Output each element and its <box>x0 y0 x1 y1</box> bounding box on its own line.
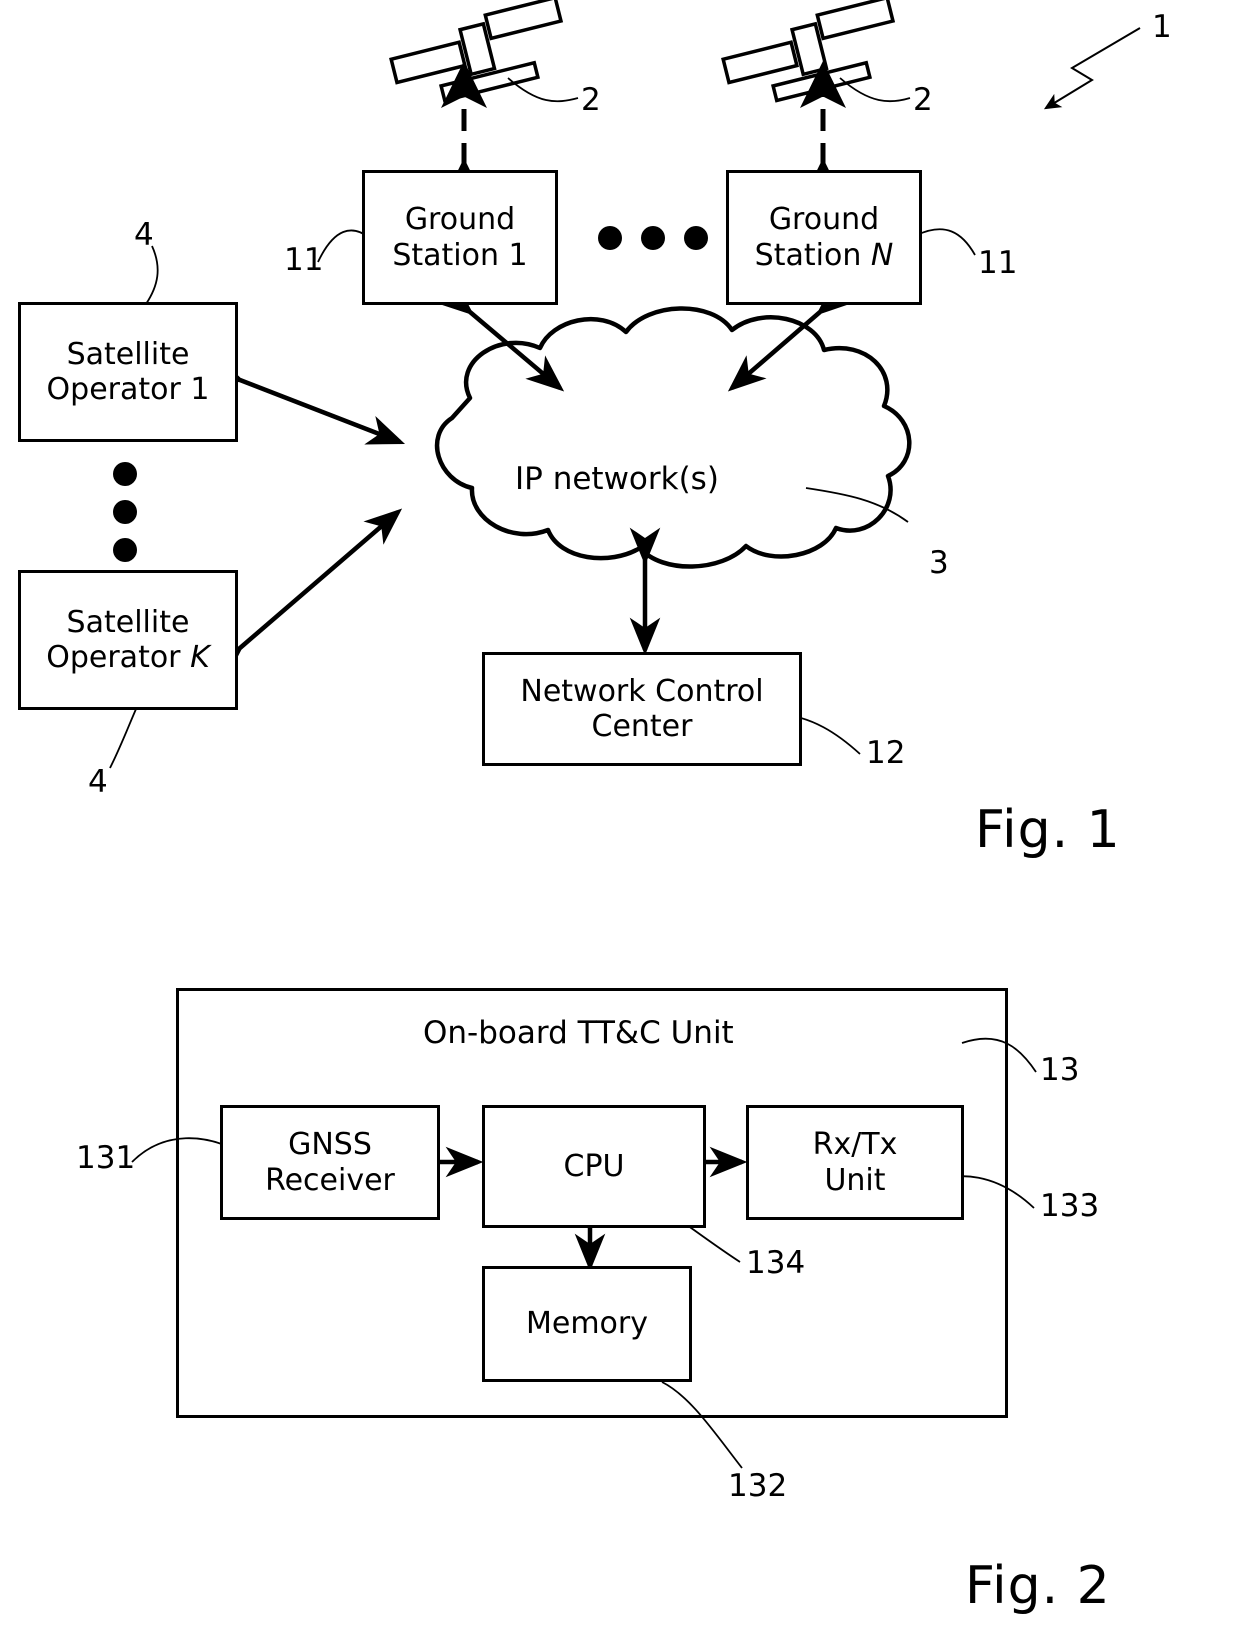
ground-station-n-suffix: N <box>870 237 894 273</box>
operator-vdot-3 <box>113 538 137 562</box>
ref-label-12-ncc: 12 <box>866 735 906 771</box>
operator-k-line2: Operator <box>46 640 191 675</box>
ip-network-cloud <box>434 306 912 569</box>
satellite-icon-right <box>721 0 896 103</box>
ref-label-11-right: 11 <box>978 245 1018 281</box>
figure-1-caption: Fig. 1 <box>975 800 1121 860</box>
operator-1-line1: Satellite <box>66 336 190 372</box>
gnss-line2: Receiver <box>265 1162 395 1198</box>
satellite-operator-k-box[interactable]: Satellite Operator K <box>18 570 238 710</box>
cpu-label: CPU <box>563 1148 625 1184</box>
ground-station-1-line1: Ground <box>404 202 516 238</box>
ground-station-n-line1: Ground <box>768 202 880 238</box>
satellite-icon-left <box>389 0 564 103</box>
rxtx-line1: Rx/Tx <box>812 1127 898 1163</box>
ncc-line1: Network Control <box>520 673 764 709</box>
rx-tx-unit-box[interactable]: Rx/Tx Unit <box>746 1105 964 1220</box>
ref-label-11-left: 11 <box>284 242 324 278</box>
operator1-cloud-link <box>204 354 406 445</box>
operator-k-suffix: K <box>190 640 210 675</box>
gnss-line1: GNSS <box>288 1127 372 1163</box>
ip-network-label: IP network(s) <box>515 461 719 497</box>
ref-label-2-right: 2 <box>913 82 933 118</box>
ref-label-1-system: 1 <box>1152 9 1172 45</box>
memory-box[interactable]: Memory <box>482 1266 692 1382</box>
ellipsis-dot-1 <box>598 226 622 250</box>
operator-k-line1: Satellite <box>66 604 190 640</box>
ref-label-131-gnss: 131 <box>76 1140 136 1176</box>
operatork-cloud-link <box>205 508 403 681</box>
ground-station-n-box[interactable]: Ground Station N <box>726 170 922 305</box>
ref-label-4-top: 4 <box>134 217 154 253</box>
satellite-operator-1-box[interactable]: Satellite Operator 1 <box>18 302 238 442</box>
ref-label-4-bottom: 4 <box>88 764 108 800</box>
figure-2-caption: Fig. 2 <box>965 1556 1111 1616</box>
patent-figure-sheet: Ground Station 1 Ground Station N Satell… <box>0 0 1240 1651</box>
cpu-box[interactable]: CPU <box>482 1105 706 1228</box>
operator-1-line2: Operator 1 <box>46 372 210 407</box>
ref-label-132-memory: 132 <box>728 1468 788 1504</box>
memory-label: Memory <box>525 1306 648 1342</box>
ncc-line2: Center <box>591 709 693 744</box>
operator-vdot-2 <box>113 500 137 524</box>
ref-label-2-left: 2 <box>581 82 601 118</box>
ellipsis-dot-2 <box>641 226 665 250</box>
ref-label-134-cpu: 134 <box>746 1245 806 1281</box>
rxtx-line2: Unit <box>824 1162 886 1198</box>
gnss-receiver-box[interactable]: GNSS Receiver <box>220 1105 440 1220</box>
ground-station-n-line2: Station <box>754 237 871 273</box>
ref-label-3-cloud: 3 <box>929 545 949 581</box>
network-control-center-box[interactable]: Network Control Center <box>482 652 802 766</box>
ground-station-1-line2: Station 1 <box>392 237 528 273</box>
ellipsis-dot-3 <box>684 226 708 250</box>
ref-label-133-rxtx: 133 <box>1040 1188 1100 1224</box>
operator-vdot-1 <box>113 462 137 486</box>
ref-label-13-unit: 13 <box>1040 1052 1080 1088</box>
onboard-ttc-unit-title: On-board TT&C Unit <box>423 1015 734 1051</box>
ground-station-1-box[interactable]: Ground Station 1 <box>362 170 558 305</box>
